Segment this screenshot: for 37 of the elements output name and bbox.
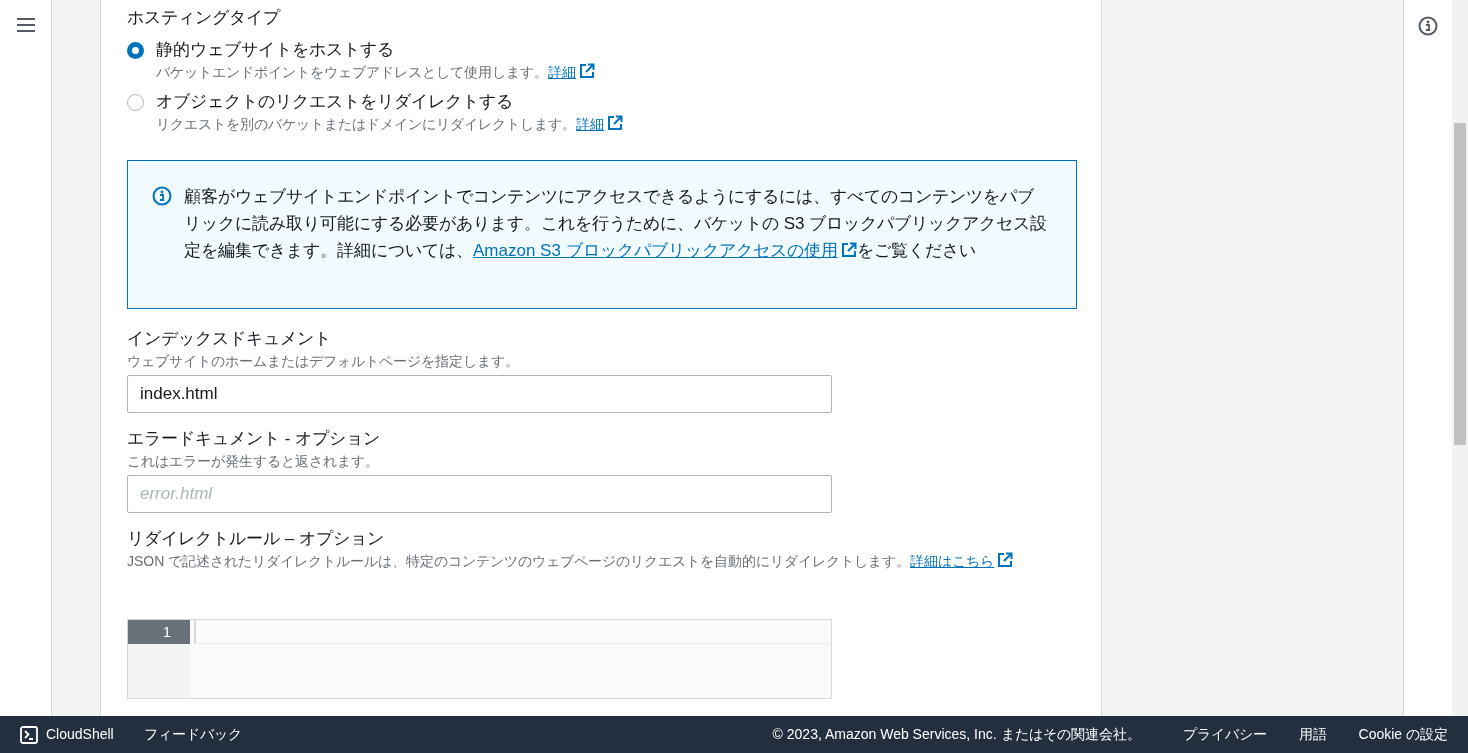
footer-link[interactable]: Cookie の設定 <box>1358 724 1448 745</box>
copyright-text: © 2023, Amazon Web Services, Inc. またはその関連会社。 <box>772 725 1141 744</box>
external-link[interactable]: 詳細 <box>576 116 623 132</box>
field-description: JSON で記述されたリダイレクトルールは、特定のコンテンツのウェブページのリクエストを自動的にリダイレクトします。詳細はこちら <box>127 551 1076 571</box>
field-description: これはエラーが発生すると返されます。 <box>127 452 380 471</box>
scrollbar-thumb[interactable] <box>1454 123 1466 445</box>
info-icon[interactable] <box>1418 16 1438 36</box>
external-link[interactable]: 詳細 <box>548 64 595 80</box>
menu-icon[interactable] <box>15 16 36 34</box>
footer-link[interactable]: フィードバック <box>143 724 242 745</box>
radio-button[interactable] <box>127 94 144 111</box>
option-description: リクエストを別のバケットまたはドメインにリダイレクトします。詳細 <box>156 114 623 134</box>
section-label: ホスティングタイプ <box>127 7 282 29</box>
field-label: エラードキュメント - オプション <box>127 428 382 450</box>
external-link-icon <box>607 115 623 131</box>
footer-link[interactable]: プライバシー <box>1182 724 1267 745</box>
alert-message: 顧客がウェブサイトエンドポイントでコンテンツにアクセスできるようにするには、すべてのコンテンツをパブリックに読み取り可能にする必要があります。これを行うために、バケットの S3 ブロックパブリックアクセス設定を編集できます。詳細については、Amazon S3 ブロックパブリックアクセスの使用 をご覧ください <box>184 186 1049 262</box>
external-link[interactable]: Amazon S3 ブロックパブリックアクセスの使用 <box>473 241 857 260</box>
external-link-icon <box>997 552 1014 568</box>
external-link-icon <box>579 63 595 79</box>
field-label: リダイレクトルール – オプション <box>127 528 385 550</box>
field-description: ウェブサイトのホームまたはデフォルトページを指定します。 <box>127 352 520 371</box>
footer-link[interactable]: CloudShell <box>20 724 114 745</box>
external-link[interactable]: 詳細はこちら <box>910 553 1014 569</box>
field-label: インデックスドキュメント <box>127 328 332 350</box>
code-editor[interactable]: 1 <box>127 619 832 699</box>
radio-label[interactable]: 静的ウェブサイトをホストする <box>156 38 595 62</box>
external-link-icon <box>840 242 857 258</box>
text-input[interactable]: index.html <box>127 375 832 413</box>
option-description: バケットエンドポイントをウェブアドレスとして使用します。詳細 <box>156 62 595 82</box>
info-icon <box>152 186 172 206</box>
footer-link[interactable]: 用語 <box>1298 724 1327 745</box>
radio-label[interactable]: オブジェクトのリクエストをリダイレクトする <box>156 90 623 114</box>
text-input[interactable]: error.html <box>127 475 832 513</box>
line-number: 1 <box>128 620 190 644</box>
radio-button[interactable] <box>127 42 144 59</box>
terminal-icon <box>20 725 38 744</box>
